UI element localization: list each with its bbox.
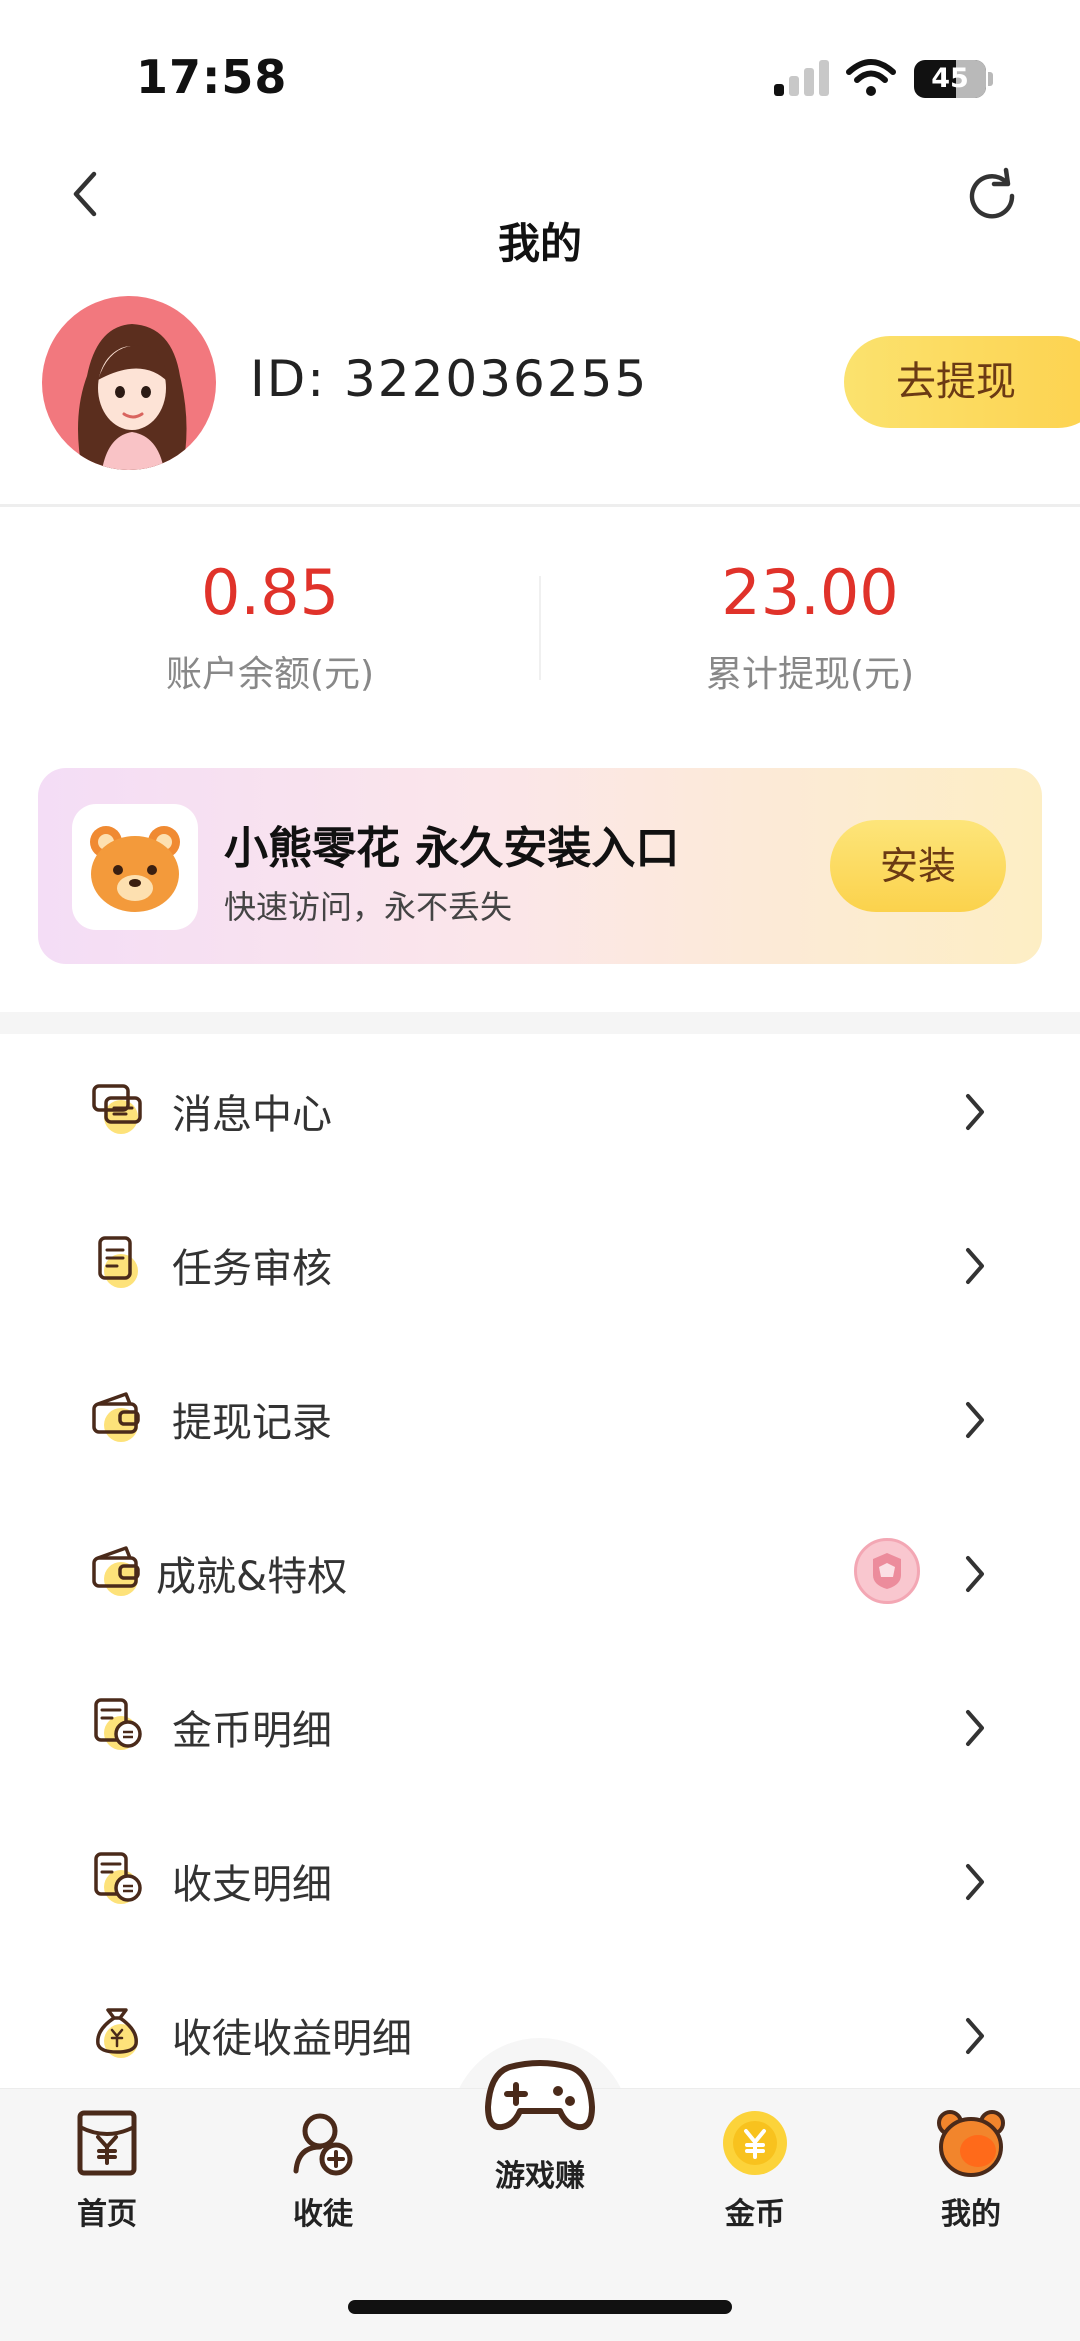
promo-subtitle: 快速访问，永不丢失 <box>224 888 513 926</box>
user-id: ID: 322036255 <box>250 350 649 408</box>
page-title: 我的 <box>497 219 582 268</box>
gold-coin-icon <box>720 2107 790 2179</box>
coin-detail-icon <box>90 1696 146 1752</box>
message-icon <box>90 1080 146 1136</box>
menu-item-task-review[interactable]: 任务审核 <box>0 1188 1080 1342</box>
chevron-right-icon <box>966 1556 984 1592</box>
divider <box>0 504 1080 507</box>
menu-label: 金币明细 <box>172 1708 332 1754</box>
tab-game-earn[interactable]: 游戏赚 <box>465 2047 615 2195</box>
avatar[interactable] <box>42 296 216 470</box>
income-detail-icon <box>90 1850 146 1906</box>
balance-value: 0.85 <box>200 556 340 629</box>
tab-recruit[interactable]: 收徒 <box>248 2107 398 2233</box>
app-icon <box>72 804 198 930</box>
balance-stat[interactable]: 0.85 账户余额(元) <box>0 556 540 697</box>
install-promo-card[interactable]: 小熊零花 永久安装入口 快速访问，永不丢失 安装 <box>38 768 1042 964</box>
home-indicator <box>348 2300 732 2314</box>
menu-label: 提现记录 <box>172 1400 332 1446</box>
battery-level: 45 <box>931 63 969 94</box>
home-icon <box>72 2107 142 2179</box>
chevron-right-icon <box>966 1248 984 1284</box>
avatar-illustration <box>78 324 187 470</box>
bear-icon <box>90 826 180 912</box>
menu-item-messages[interactable]: 消息中心 <box>0 1034 1080 1188</box>
wallet-icon <box>90 1542 146 1598</box>
menu-item-achievements[interactable]: 成就&特权 <box>0 1496 1080 1650</box>
wifi-icon <box>846 59 896 96</box>
tab-label: 首页 <box>77 2197 137 2232</box>
tab-home[interactable]: 首页 <box>32 2107 182 2233</box>
tab-mine[interactable]: 我的 <box>896 2107 1046 2233</box>
menu-label: 任务审核 <box>172 1246 332 1292</box>
status-bar: 17:58 45 <box>0 0 1080 140</box>
wallet-icon <box>90 1388 146 1444</box>
menu-label: 消息中心 <box>172 1092 332 1138</box>
tab-label: 游戏赚 <box>495 2159 585 2194</box>
chevron-right-icon <box>966 1710 984 1746</box>
install-button[interactable]: 安装 <box>830 820 1006 912</box>
task-review-icon <box>90 1234 146 1290</box>
money-bag-icon <box>90 2004 146 2060</box>
total-withdrawn-value: 23.00 <box>721 556 899 629</box>
menu-label: 成就&特权 <box>156 1554 348 1600</box>
battery-icon: 45 <box>914 60 986 98</box>
chevron-right-icon <box>966 1094 984 1130</box>
menu-label: 收徒收益明细 <box>172 2016 412 2062</box>
cellular-signal-icon <box>774 60 830 96</box>
tab-gold-coins[interactable]: 金币 <box>680 2107 830 2233</box>
menu-label: 收支明细 <box>172 1862 332 1908</box>
menu-item-withdraw-records[interactable]: 提现记录 <box>0 1342 1080 1496</box>
gamepad-icon <box>480 2047 600 2147</box>
total-withdrawn-stat[interactable]: 23.00 累计提现(元) <box>540 556 1080 697</box>
balance-label: 账户余额(元) <box>165 654 375 695</box>
promo-title: 小熊零花 永久安装入口 <box>224 823 680 874</box>
menu-item-coin-details[interactable]: 金币明细 <box>0 1650 1080 1804</box>
tab-label: 我的 <box>941 2197 1001 2232</box>
chevron-right-icon <box>966 1864 984 1900</box>
menu-item-income-details[interactable]: 收支明细 <box>0 1804 1080 1958</box>
status-time: 17:58 <box>136 50 288 104</box>
chevron-right-icon <box>966 2018 984 2054</box>
withdraw-button[interactable]: 去提现 <box>844 336 1080 428</box>
tab-label: 金币 <box>725 2197 785 2232</box>
bear-icon <box>936 2107 1006 2179</box>
recruit-icon <box>288 2107 358 2179</box>
battery-tip <box>988 72 993 86</box>
chevron-right-icon <box>966 1402 984 1438</box>
total-withdrawn-label: 累计提现(元) <box>705 654 915 695</box>
section-divider <box>0 1012 1080 1034</box>
achievement-badge-icon <box>854 1538 920 1604</box>
tab-label: 收徒 <box>293 2197 353 2232</box>
refresh-icon[interactable] <box>962 164 1022 224</box>
